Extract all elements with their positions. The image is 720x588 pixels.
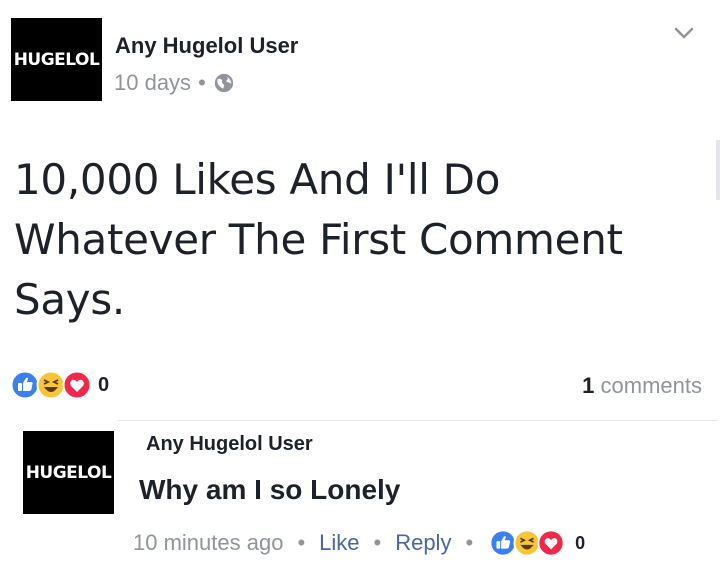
post-author-name[interactable]: Any Hugelol User <box>115 33 298 59</box>
chevron-down-icon[interactable] <box>673 25 695 41</box>
scrollbar-thumb[interactable] <box>716 140 720 200</box>
comment-timestamp[interactable]: 10 minutes ago <box>133 530 283 556</box>
post-text: 10,000 Likes And I'll Do Whatever The Fi… <box>14 155 623 324</box>
post-reactions[interactable]: 0 <box>10 369 109 401</box>
post-reaction-count: 0 <box>98 373 110 396</box>
comment-avatar-logo-text: HUGELOL <box>25 462 112 483</box>
comment-author-name[interactable]: Any Hugelol User <box>146 433 313 456</box>
comment-count-number: 1 <box>582 373 595 398</box>
like-button[interactable]: Like <box>319 530 359 556</box>
post-card: HUGELOL Any Hugelol User 10 days • 10,00… <box>0 0 720 588</box>
action-separator: • <box>373 530 382 555</box>
post-avatar[interactable]: HUGELOL <box>11 18 102 101</box>
comment-reaction-count: 0 <box>575 532 586 553</box>
comment-reactions[interactable]: 0 <box>489 529 585 557</box>
divider <box>118 420 718 421</box>
comment-count-link[interactable]: 1 comments <box>582 373 702 399</box>
comment-count-label: comments <box>600 373 702 398</box>
love-icon <box>62 370 92 400</box>
action-separator: • <box>297 530 306 555</box>
comment-actions: 10 minutes ago • Like • Reply • 0 <box>133 529 585 557</box>
post-timestamp[interactable]: 10 days <box>114 70 191 96</box>
globe-icon[interactable] <box>213 72 235 94</box>
post-meta: 10 days • <box>114 70 235 96</box>
action-separator: • <box>465 530 474 555</box>
post-avatar-logo-text: HUGELOL <box>13 49 100 70</box>
reply-button[interactable]: Reply <box>395 530 451 556</box>
comment-avatar[interactable]: HUGELOL <box>23 431 114 514</box>
comment-text: Why am I so Lonely <box>139 474 401 505</box>
meta-separator: • <box>198 70 206 95</box>
love-icon <box>537 529 565 557</box>
